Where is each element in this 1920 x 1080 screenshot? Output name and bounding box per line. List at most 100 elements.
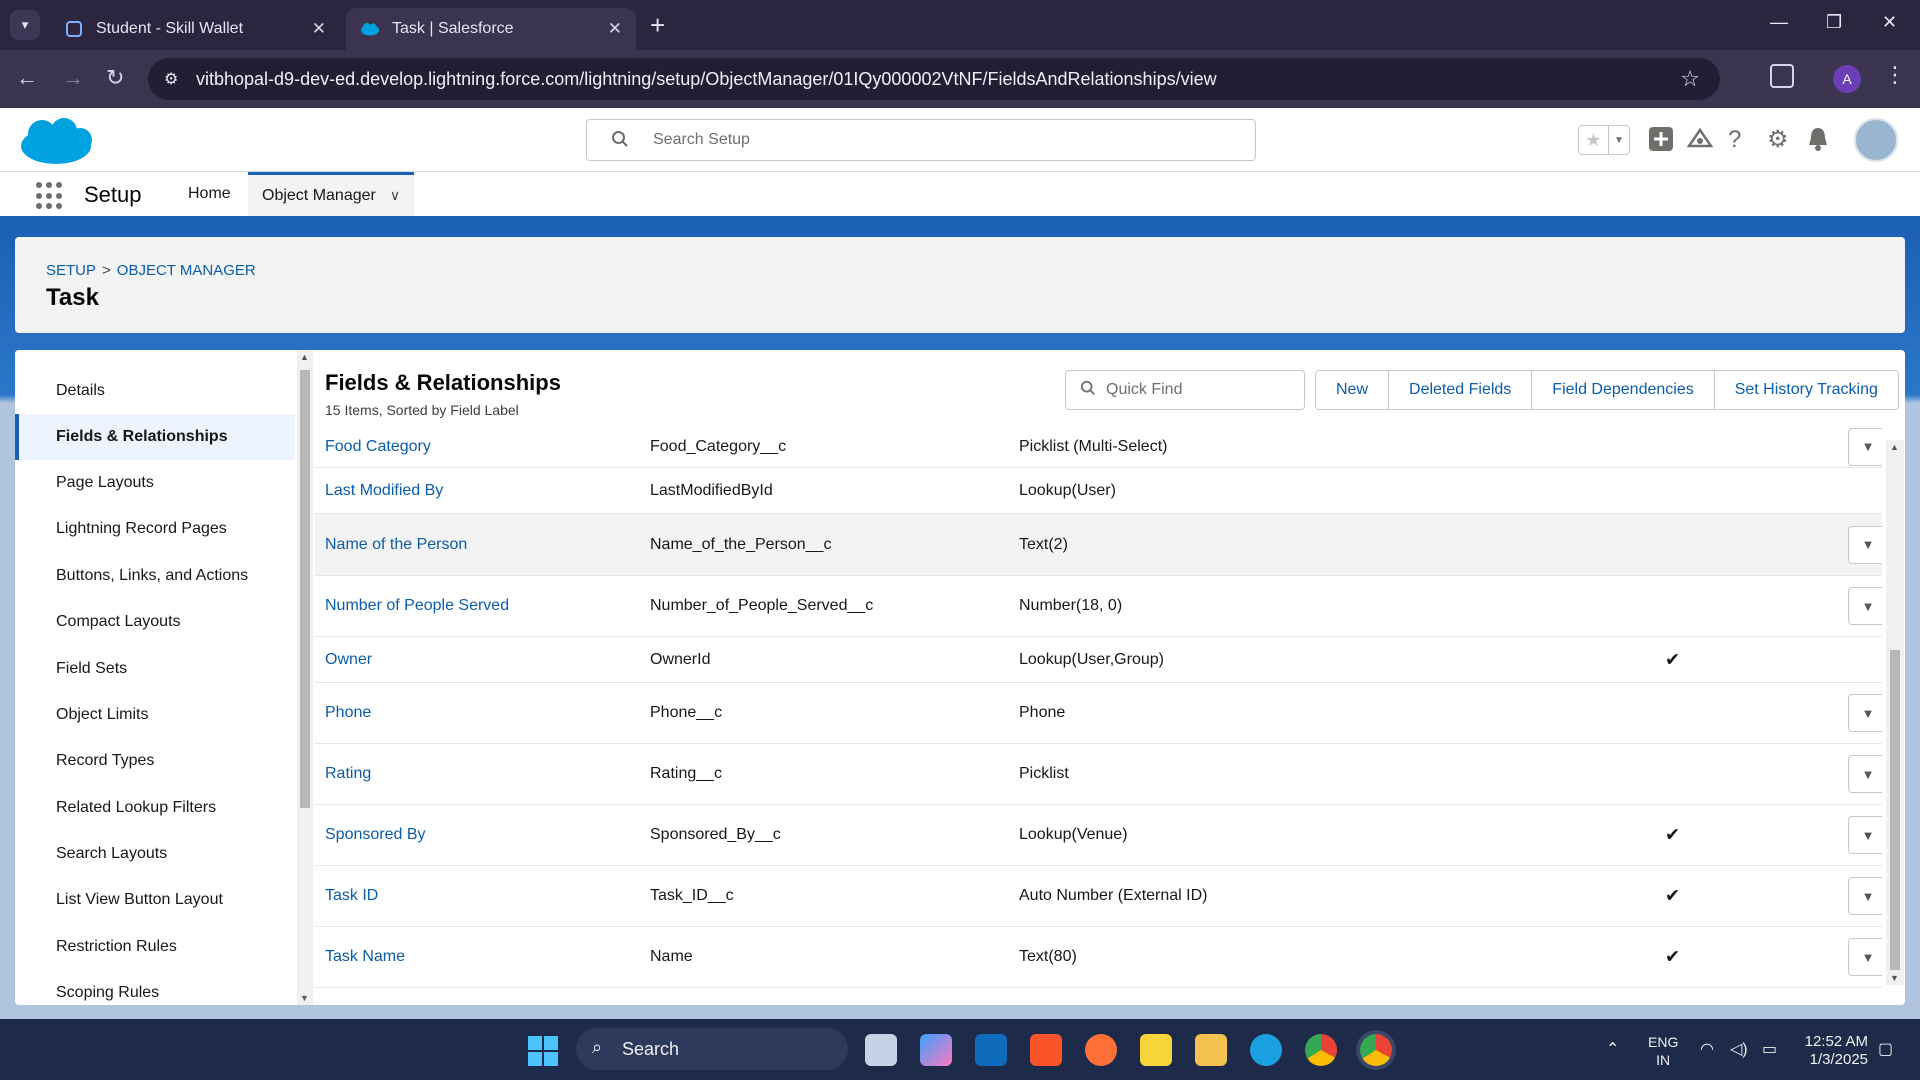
volume-icon[interactable]: ◁) (1730, 1039, 1748, 1059)
row-actions-dropdown-icon[interactable]: ▼ (1848, 877, 1882, 915)
file-explorer-icon[interactable] (1195, 1034, 1227, 1066)
window-close-icon[interactable]: ✕ (1882, 12, 1897, 33)
scroll-up-icon[interactable]: ▲ (1890, 442, 1899, 452)
field-label-link[interactable]: Number of People Served (325, 597, 509, 615)
set-history-tracking-button[interactable]: Set History Tracking (1714, 371, 1898, 409)
copilot-icon[interactable] (920, 1034, 952, 1066)
breadcrumb-setup[interactable]: SETUP (46, 262, 96, 279)
favorite-star-icon[interactable]: ★ (1579, 126, 1609, 154)
field-label-link[interactable]: Task Name (325, 948, 405, 966)
notification-center-icon[interactable]: ▢ (1878, 1039, 1893, 1059)
table-row: Number of People Served Number_of_People… (315, 576, 1882, 637)
wifi-icon[interactable]: ◠ (1700, 1039, 1714, 1059)
deleted-fields-button[interactable]: Deleted Fields (1389, 371, 1533, 409)
forward-icon[interactable]: → (62, 66, 84, 90)
sidebar-item-related-lookup-filters[interactable]: Related Lookup Filters (15, 785, 295, 831)
new-tab-icon[interactable]: + (650, 12, 665, 38)
browser-tab-salesforce[interactable]: Task | Salesforce ✕ (346, 8, 636, 50)
show-hidden-icons-icon[interactable]: ⌃ (1606, 1039, 1619, 1059)
sidebar-item-record-types[interactable]: Record Types (15, 738, 295, 784)
nav-home[interactable]: Home (174, 172, 245, 216)
field-label-link[interactable]: Last Modified By (325, 482, 443, 500)
battery-icon[interactable]: ▭ (1762, 1039, 1777, 1059)
search-setup-input[interactable]: Search Setup (586, 119, 1256, 161)
sidebar-item-buttons-links-actions[interactable]: Buttons, Links, and Actions (15, 553, 295, 599)
restore-icon[interactable]: ❐ (1826, 12, 1842, 33)
browser-profile-avatar[interactable]: A (1833, 65, 1861, 93)
minimize-icon[interactable]: — (1770, 12, 1788, 33)
scroll-down-icon[interactable]: ▼ (1890, 973, 1899, 983)
windows-start-icon[interactable] (528, 1036, 558, 1066)
user-avatar[interactable] (1854, 118, 1898, 162)
close-tab-icon[interactable]: ✕ (312, 19, 326, 39)
notifications-bell-icon[interactable] (1806, 126, 1830, 159)
row-actions-dropdown-icon[interactable]: ▼ (1848, 428, 1882, 466)
field-label-link[interactable]: Name of the Person (325, 536, 467, 554)
sidebar-item-details[interactable]: Details (15, 368, 295, 414)
salesforce-logo-icon[interactable] (18, 116, 94, 171)
chrome-profile-icon[interactable] (1360, 1034, 1392, 1066)
field-label-link[interactable]: Food Category (325, 438, 431, 456)
field-data-type: Picklist (1019, 765, 1069, 782)
sidebar-item-compact-layouts[interactable]: Compact Layouts (15, 599, 295, 645)
field-label-link[interactable]: Task ID (325, 887, 378, 905)
global-actions-icon[interactable] (1648, 126, 1674, 159)
task-view-icon[interactable] (865, 1034, 897, 1066)
sticky-notes-icon[interactable] (1140, 1034, 1172, 1066)
back-icon[interactable]: ← (16, 66, 38, 90)
bookmark-star-icon[interactable]: ☆ (1680, 66, 1700, 92)
breadcrumb-object-manager[interactable]: OBJECT MANAGER (117, 262, 256, 279)
setup-gear-icon[interactable]: ⚙ (1767, 126, 1789, 154)
scroll-down-icon[interactable]: ▼ (300, 993, 309, 1003)
outlook-icon[interactable] (975, 1034, 1007, 1066)
quick-find-input[interactable]: Quick Find (1065, 370, 1305, 410)
close-tab-icon[interactable]: ✕ (608, 19, 622, 39)
sidebar-item-restriction-rules[interactable]: Restriction Rules (15, 924, 295, 970)
chrome-icon[interactable] (1305, 1034, 1337, 1066)
sidebar-item-search-layouts[interactable]: Search Layouts (15, 831, 295, 877)
taskbar-search[interactable]: ⌕ Search (576, 1028, 848, 1070)
sidebar-item-fields-relationships[interactable]: Fields & Relationships (15, 414, 295, 460)
sidebar-item-lightning-record-pages[interactable]: Lightning Record Pages (15, 506, 295, 552)
extensions-icon[interactable] (1770, 64, 1794, 88)
browser-menu-icon[interactable]: ⋮ (1884, 62, 1906, 88)
nav-object-manager[interactable]: Object Manager ∨ (248, 172, 415, 216)
row-actions-dropdown-icon[interactable]: ▼ (1848, 694, 1882, 732)
sidebar-item-object-limits[interactable]: Object Limits (15, 692, 295, 738)
field-label-link[interactable]: Phone (325, 704, 371, 722)
sidebar-item-page-layouts[interactable]: Page Layouts (15, 460, 295, 506)
field-label-link[interactable]: Owner (325, 651, 372, 669)
browser-tab-skill-wallet[interactable]: Student - Skill Wallet ✕ (50, 8, 340, 50)
field-dependencies-button[interactable]: Field Dependencies (1532, 371, 1715, 409)
favorites-dropdown-icon[interactable]: ▼ (1609, 126, 1629, 154)
language-indicator[interactable]: ENG IN (1648, 1033, 1678, 1069)
row-actions-dropdown-icon[interactable]: ▼ (1848, 587, 1882, 625)
tab-search-button[interactable]: ▾ (10, 10, 40, 40)
site-info-icon[interactable]: ⚙ (164, 69, 178, 89)
url-field[interactable]: ⚙ vitbhopal-d9-dev-ed.develop.lightning.… (148, 58, 1720, 100)
row-actions-dropdown-icon[interactable]: ▼ (1848, 755, 1882, 793)
chevron-down-icon[interactable]: ∨ (390, 187, 400, 204)
reload-icon[interactable]: ↻ (106, 66, 124, 90)
app-launcher-icon[interactable] (36, 182, 64, 210)
firefox-icon[interactable] (1085, 1034, 1117, 1066)
help-icon[interactable]: ? (1728, 126, 1741, 154)
trailhead-icon[interactable] (1686, 126, 1714, 159)
table-scrollbar[interactable]: ▲ ▼ (1886, 440, 1904, 985)
sidebar-item-scoping-rules[interactable]: Scoping Rules (15, 970, 295, 1005)
sidebar-scrollbar-thumb[interactable] (300, 370, 310, 808)
sidebar-item-list-view-button-layout[interactable]: List View Button Layout (15, 877, 295, 923)
field-label-link[interactable]: Rating (325, 765, 371, 783)
taskbar-clock[interactable]: 12:52 AM 1/3/2025 (1796, 1033, 1868, 1069)
table-scrollbar-thumb[interactable] (1890, 650, 1900, 970)
row-actions-dropdown-icon[interactable]: ▼ (1848, 816, 1882, 854)
sidebar-scrollbar[interactable]: ▲ ▼ (297, 350, 313, 1005)
edge-icon[interactable] (1250, 1034, 1282, 1066)
row-actions-dropdown-icon[interactable]: ▼ (1848, 525, 1882, 564)
row-actions-dropdown-icon[interactable]: ▼ (1848, 938, 1882, 976)
field-label-link[interactable]: Sponsored By (325, 826, 426, 844)
new-field-button[interactable]: New (1316, 371, 1390, 409)
brave-browser-icon[interactable] (1030, 1034, 1062, 1066)
scroll-up-icon[interactable]: ▲ (300, 352, 309, 362)
sidebar-item-field-sets[interactable]: Field Sets (15, 646, 295, 692)
